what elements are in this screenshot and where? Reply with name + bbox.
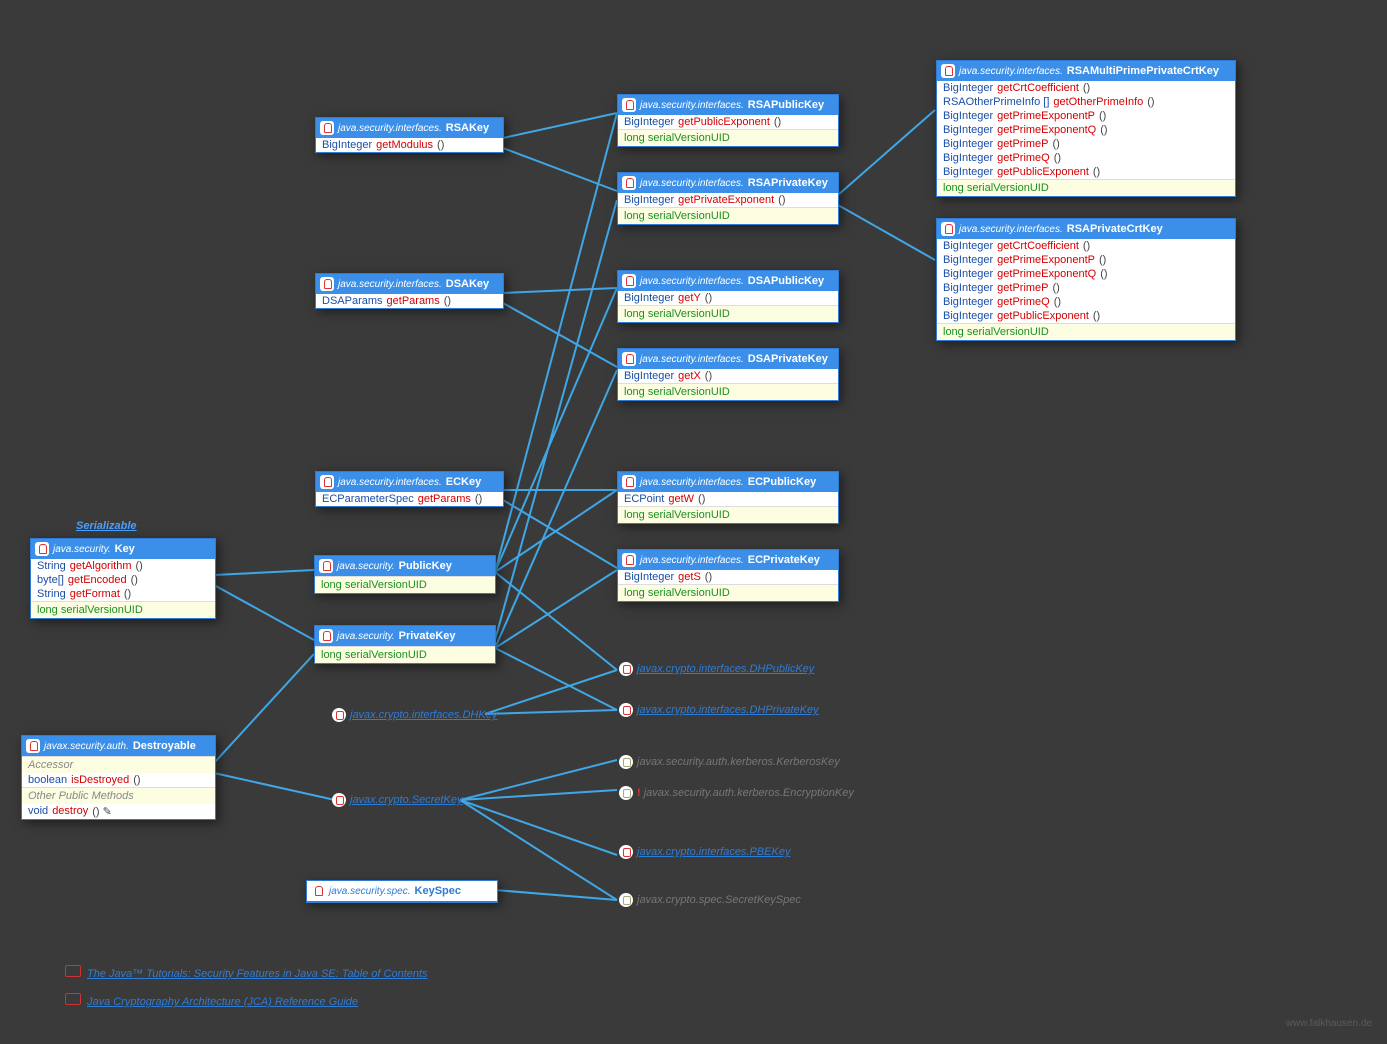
link-secretkeyspec[interactable]: javax.crypto.spec.SecretKeySpec bbox=[619, 893, 801, 907]
interface-icon bbox=[320, 121, 334, 135]
watermark: www.falkhausen.de bbox=[1286, 1018, 1372, 1029]
box-dsapublickey[interactable]: java.security.interfaces.DSAPublicKey Bi… bbox=[617, 270, 839, 323]
serializable-label[interactable]: Serializable bbox=[76, 520, 137, 532]
box-publickey[interactable]: java.security.PublicKey long serialVersi… bbox=[314, 555, 496, 594]
interface-icon bbox=[619, 845, 633, 859]
interface-icon bbox=[941, 64, 955, 78]
box-ecpublickey[interactable]: java.security.interfaces.ECPublicKey ECP… bbox=[617, 471, 839, 524]
box-eckey[interactable]: java.security.interfaces.ECKey ECParamet… bbox=[315, 471, 504, 507]
link-dhpublickey[interactable]: javax.crypto.interfaces.DHPublicKey bbox=[619, 662, 814, 676]
box-rsapublickey[interactable]: java.security.interfaces.RSAPublicKey Bi… bbox=[617, 94, 839, 147]
interface-icon bbox=[319, 629, 333, 643]
box-ecprivatekey[interactable]: java.security.interfaces.ECPrivateKey Bi… bbox=[617, 549, 839, 602]
box-privatekey[interactable]: java.security.PrivateKey long serialVers… bbox=[314, 625, 496, 664]
link-pbekey[interactable]: javax.crypto.interfaces.PBEKey bbox=[619, 845, 790, 859]
interface-icon bbox=[319, 559, 333, 573]
link-dhprivatekey[interactable]: javax.crypto.interfaces.DHPrivateKey bbox=[619, 703, 819, 717]
interface-icon bbox=[320, 277, 334, 291]
box-destroyable[interactable]: javax.security.auth.Destroyable Accessor… bbox=[21, 735, 216, 820]
interface-icon bbox=[619, 662, 633, 676]
interface-icon bbox=[941, 222, 955, 236]
box-dsaprivatekey[interactable]: java.security.interfaces.DSAPrivateKey B… bbox=[617, 348, 839, 401]
box-rsamultiprime[interactable]: java.security.interfaces.RSAMultiPrimePr… bbox=[936, 60, 1236, 197]
class-icon bbox=[619, 893, 633, 907]
class-icon bbox=[619, 786, 633, 800]
interface-icon bbox=[26, 739, 40, 753]
footer-link-jca[interactable]: Java Cryptography Architecture (JCA) Ref… bbox=[65, 993, 358, 1008]
box-key[interactable]: java.security.Key StringgetAlgorithm() b… bbox=[30, 538, 216, 619]
link-kerberoskey[interactable]: javax.security.auth.kerberos.KerberosKey bbox=[619, 755, 840, 769]
interface-icon bbox=[622, 553, 636, 567]
diagram-canvas: { "serializable":"Serializable", "boxes"… bbox=[0, 0, 1387, 1044]
box-rsakey[interactable]: java.security.interfaces.RSAKey BigInteg… bbox=[315, 117, 504, 153]
box-rsaprivatecrtkey[interactable]: java.security.interfaces.RSAPrivateCrtKe… bbox=[936, 218, 1236, 341]
interface-icon bbox=[320, 475, 334, 489]
box-dsakey[interactable]: java.security.interfaces.DSAKey DSAParam… bbox=[315, 273, 504, 309]
interface-icon bbox=[622, 98, 636, 112]
link-secretkey[interactable]: javax.crypto.SecretKey bbox=[332, 793, 463, 807]
box-keyspec[interactable]: java.security.spec.KeySpec bbox=[306, 880, 498, 903]
interface-icon bbox=[619, 703, 633, 717]
interface-icon bbox=[35, 542, 49, 556]
interface-icon bbox=[311, 884, 325, 898]
interface-icon bbox=[332, 793, 346, 807]
interface-icon bbox=[622, 475, 636, 489]
oracle-icon bbox=[65, 965, 81, 977]
link-dhkey[interactable]: javax.crypto.interfaces.DHKey bbox=[332, 708, 497, 722]
interface-icon bbox=[622, 176, 636, 190]
interface-icon bbox=[332, 708, 346, 722]
footer-link-tutorials[interactable]: The Java™ Tutorials: Security Features i… bbox=[65, 965, 428, 980]
interface-icon bbox=[622, 274, 636, 288]
class-icon bbox=[619, 755, 633, 769]
link-encryptionkey[interactable]: ! javax.security.auth.kerberos.Encryptio… bbox=[619, 786, 854, 800]
box-rsaprivatekey[interactable]: java.security.interfaces.RSAPrivateKey B… bbox=[617, 172, 839, 225]
oracle-icon bbox=[65, 993, 81, 1005]
interface-icon bbox=[622, 352, 636, 366]
